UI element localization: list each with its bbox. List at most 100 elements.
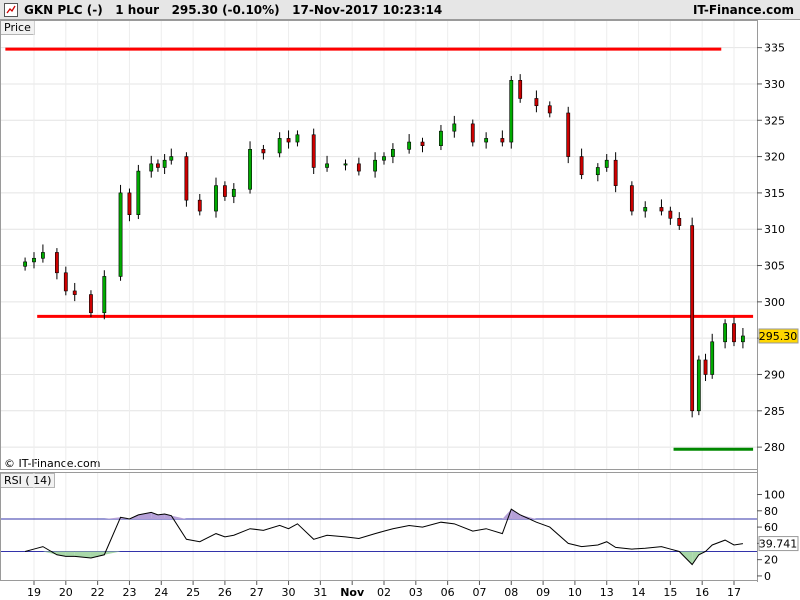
- price-tick-label: 290: [764, 368, 785, 381]
- candle-body-up: [696, 359, 701, 412]
- candle-body-down: [534, 98, 539, 107]
- candle: [72, 282, 77, 302]
- candle-body-down: [63, 272, 68, 292]
- candle-body-down: [613, 159, 618, 186]
- time-tick-label: 13: [600, 586, 614, 599]
- time-tick-label: 14: [632, 586, 646, 599]
- candle-body-up: [32, 257, 36, 263]
- candle: [391, 143, 395, 164]
- price-tick-label: 335: [764, 42, 785, 55]
- time-tick-label: 27: [250, 586, 264, 599]
- rsi-tick-label: 80: [764, 505, 778, 518]
- candle-body-up: [391, 149, 395, 157]
- candle: [356, 157, 361, 176]
- candle: [732, 317, 736, 347]
- price-chart-canvas[interactable]: 2802852902953003053103153203253303351920…: [0, 0, 800, 600]
- candle-body-down: [518, 80, 523, 99]
- candle: [325, 155, 329, 172]
- price-tick-label: 280: [764, 441, 785, 454]
- candle: [439, 124, 443, 151]
- candle-body-up: [595, 167, 600, 176]
- candle: [484, 132, 489, 149]
- candle-body-up: [343, 163, 348, 166]
- time-tick-label: 09: [536, 586, 550, 599]
- price-tick-label: 285: [764, 405, 785, 418]
- candle-body-up: [643, 207, 648, 212]
- candle-body-up: [149, 163, 154, 172]
- candle: [579, 148, 584, 180]
- time-tick-label: 26: [218, 586, 232, 599]
- candle-body-down: [470, 123, 475, 143]
- candle: [23, 257, 27, 271]
- candle-body-up: [484, 138, 489, 143]
- candle: [127, 188, 132, 222]
- candle: [286, 130, 291, 149]
- candle-body-up: [102, 276, 107, 314]
- candle: [197, 193, 202, 216]
- candle-body-up: [509, 80, 514, 143]
- time-tick-label: 03: [409, 586, 423, 599]
- candle-body-up: [118, 192, 123, 277]
- candle: [613, 152, 618, 193]
- candle-body-down: [184, 156, 189, 201]
- candle-body-up: [23, 261, 27, 267]
- last-price-label: 295.30: [759, 330, 798, 343]
- candle-body-down: [286, 138, 291, 143]
- candle-body-up: [277, 138, 282, 154]
- candle-body-up: [439, 130, 443, 146]
- price-tick-label: 300: [764, 296, 785, 309]
- time-tick-label: 07: [472, 586, 486, 599]
- candle: [690, 217, 695, 418]
- candle-body-down: [156, 163, 160, 168]
- candle-body-down: [659, 207, 664, 212]
- time-tick-label: 25: [186, 586, 200, 599]
- candle-body-down: [668, 210, 673, 219]
- time-tick-label: 15: [663, 586, 677, 599]
- candle: [248, 141, 252, 194]
- candle-body-down: [629, 185, 634, 212]
- candle-body-up: [710, 341, 715, 375]
- candle-body-up: [136, 170, 141, 215]
- time-tick-label: 24: [154, 586, 168, 599]
- candle: [420, 137, 425, 153]
- candle: [547, 101, 552, 118]
- candle: [169, 148, 174, 165]
- candle: [566, 106, 571, 164]
- candle-body-up: [325, 163, 329, 168]
- candle: [118, 184, 123, 281]
- candle-body-down: [356, 163, 361, 172]
- candle-body-down: [732, 323, 736, 343]
- candle-body-down: [579, 156, 584, 176]
- candle: [343, 159, 348, 171]
- candle: [277, 132, 282, 158]
- candle: [723, 319, 727, 349]
- price-tick-label: 320: [764, 151, 785, 164]
- time-tick-label: 30: [282, 586, 296, 599]
- candle: [470, 119, 475, 147]
- candle: [55, 248, 59, 280]
- time-tick-label: Nov: [340, 586, 365, 599]
- candle: [214, 177, 218, 218]
- candle-body-up: [162, 159, 167, 168]
- candle-body-up: [723, 323, 727, 343]
- candle-body-down: [55, 252, 59, 274]
- rsi-tick-label: 60: [764, 521, 778, 534]
- candle-body-down: [500, 138, 505, 143]
- rsi-panel-frame: [0, 472, 758, 581]
- time-tick-label: 10: [568, 586, 582, 599]
- candle-body-down: [690, 225, 695, 412]
- candle: [710, 333, 715, 379]
- candle-body-up: [373, 159, 377, 172]
- time-tick-label: 20: [59, 586, 73, 599]
- candle: [156, 159, 160, 172]
- candle: [136, 164, 141, 220]
- candle: [41, 244, 45, 263]
- candle: [534, 90, 539, 113]
- candle: [184, 152, 189, 207]
- candle: [89, 290, 93, 318]
- candle: [223, 181, 227, 201]
- rsi-last-label: 39.741: [759, 538, 798, 551]
- price-tick-label: 325: [764, 114, 785, 127]
- candle-body-down: [72, 290, 77, 295]
- time-tick-label: 31: [313, 586, 327, 599]
